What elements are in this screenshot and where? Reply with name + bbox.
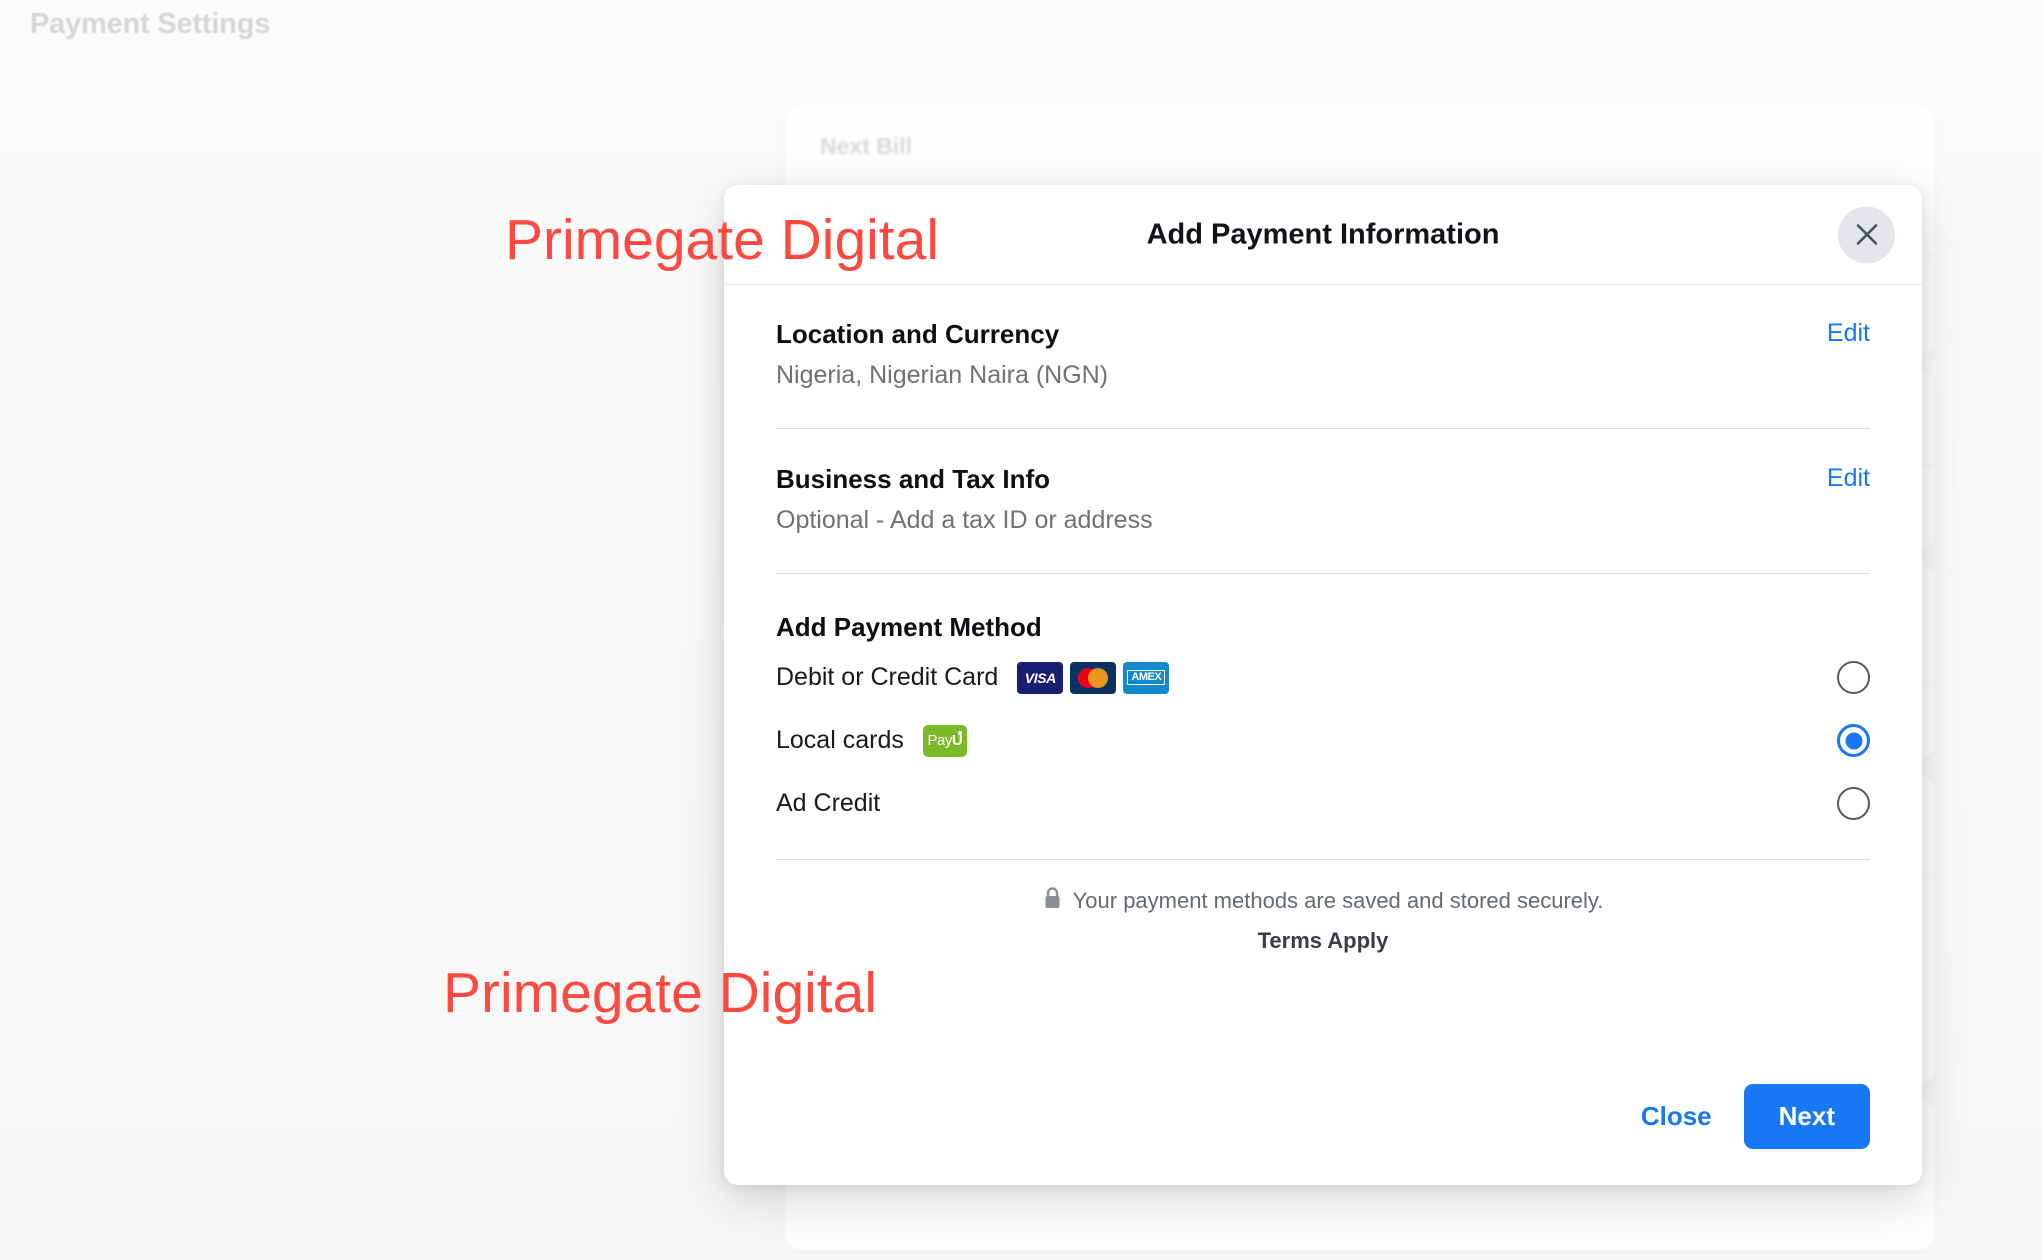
next-button[interactable]: Next — [1743, 1084, 1870, 1149]
close-button[interactable] — [1838, 206, 1895, 263]
close-dialog-button[interactable]: Close — [1623, 1091, 1730, 1142]
dialog-body: Location and Currency Nigeria, Nigerian … — [724, 285, 1922, 954]
section-business-and-tax-info: Business and Tax Info Optional - Add a t… — [776, 429, 1870, 536]
edit-business-and-tax-info-button[interactable]: Edit — [1827, 463, 1870, 494]
section-text-group: Location and Currency Nigeria, Nigerian … — [776, 318, 1108, 391]
radio-debit-or-credit-card[interactable] — [1837, 661, 1870, 694]
visa-logo-text: VISA — [1024, 669, 1056, 686]
section-subtitle: Nigeria, Nigerian Naira (NGN) — [776, 360, 1109, 389]
add-payment-information-dialog: Add Payment Information Location and Cur… — [724, 185, 1922, 1185]
edit-location-and-currency-button[interactable]: Edit — [1827, 318, 1870, 349]
amex-logo-text: AMEX — [1127, 670, 1166, 685]
section-location-and-currency: Location and Currency Nigeria, Nigerian … — [776, 285, 1870, 391]
secure-note-text: Your payment methods are saved and store… — [1072, 887, 1604, 913]
terms-apply-text: Terms Apply — [1257, 928, 1389, 953]
close-icon — [1853, 221, 1881, 249]
card-logo-group: PayU — [922, 724, 967, 757]
payment-option-label: Ad Credit — [776, 789, 881, 817]
section-title: Location and Currency — [776, 319, 1060, 349]
dialog-header: Add Payment Information — [724, 185, 1922, 285]
payment-option-ad-credit[interactable]: Ad Credit — [776, 775, 1870, 832]
page-title: Payment Settings — [30, 8, 271, 40]
section-title: Business and Tax Info — [776, 464, 1051, 494]
card-logo-group: VISA AMEX — [1017, 661, 1170, 694]
mastercard-yellow-circle — [1088, 667, 1109, 688]
add-payment-method-heading: Add Payment Method — [776, 612, 1042, 642]
next-bill-title: Next Bill — [820, 133, 913, 159]
payu-logo: PayU — [922, 724, 967, 757]
visa-logo: VISA — [1017, 661, 1064, 694]
payment-option-debit-or-credit-card[interactable]: Debit or Credit Card VISA AMEX — [776, 649, 1870, 706]
secure-storage-note: Your payment methods are saved and store… — [776, 886, 1870, 915]
dialog-footer: Close Next — [1623, 1084, 1870, 1149]
amex-logo: AMEX — [1123, 661, 1170, 694]
section-text-group: Business and Tax Info Optional - Add a t… — [776, 463, 1153, 536]
radio-ad-credit[interactable] — [1837, 787, 1870, 820]
payu-logo-text: PayU — [927, 732, 963, 749]
section-divider — [776, 573, 1870, 574]
lock-icon — [1043, 886, 1062, 915]
section-divider — [776, 859, 1870, 860]
dialog-title: Add Payment Information — [1146, 218, 1500, 250]
payment-option-local-cards[interactable]: Local cards PayU — [776, 712, 1870, 769]
payment-option-label: Debit or Credit Card — [776, 663, 999, 691]
payu-dot — [957, 730, 962, 735]
section-subtitle: Optional - Add a tax ID or address — [776, 505, 1153, 534]
mastercard-logo — [1070, 661, 1117, 694]
radio-local-cards[interactable] — [1837, 724, 1870, 757]
payment-option-label: Local cards — [776, 726, 904, 754]
